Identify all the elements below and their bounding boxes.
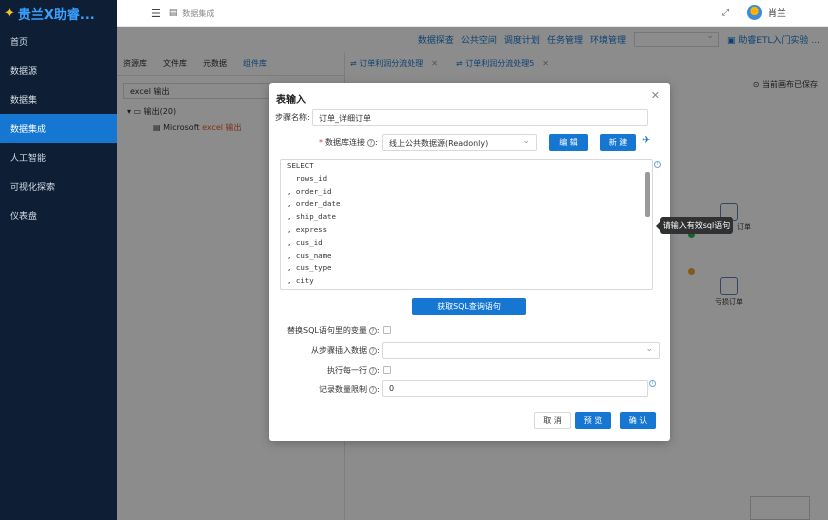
get-sql-button[interactable]: 获取SQL查询语句 bbox=[412, 298, 526, 315]
sql-line: , cus_name bbox=[287, 250, 332, 260]
sidebar-item-dataset[interactable]: 数据集 bbox=[0, 85, 117, 114]
info-icon[interactable]: i bbox=[654, 161, 661, 168]
new-button[interactable]: 新 建 bbox=[600, 134, 636, 151]
replace-vars-label: 替换SQL语句里的变量?: bbox=[287, 326, 380, 335]
logo-icon: ✦ bbox=[4, 6, 15, 21]
help-icon[interactable]: ? bbox=[367, 139, 375, 147]
sql-line: , order_id bbox=[287, 186, 332, 196]
sidebar: ✦ 贵兰X助睿... 首页 数据源 数据集 数据集成 人工智能 可视化探索 仪表… bbox=[0, 0, 117, 520]
replace-vars-label-text: 替换SQL语句里的变量 bbox=[287, 326, 367, 335]
preview-button[interactable]: 预 览 bbox=[575, 412, 611, 429]
chevron-down-icon: ⌄ bbox=[522, 136, 530, 146]
breadcrumb: 数据集成 bbox=[182, 8, 215, 18]
sql-line: , city bbox=[287, 276, 314, 286]
sidebar-item-home[interactable]: 首页 bbox=[0, 27, 117, 56]
step-name-label: 步骤名称: bbox=[275, 113, 310, 122]
app-logo[interactable]: ✦ 贵兰X助睿... bbox=[0, 0, 117, 27]
insert-from-step-label-text: 从步骤插入数据 bbox=[311, 346, 367, 355]
fullscreen-icon[interactable]: ⤢ bbox=[722, 8, 729, 18]
record-limit-label: 记录数量限制?: bbox=[319, 385, 380, 394]
insert-from-step-label: 从步骤插入数据?: bbox=[311, 346, 380, 355]
sql-validation-tooltip: 请输入有效sql语句 bbox=[656, 217, 733, 234]
edit-button[interactable]: 编 辑 bbox=[549, 134, 588, 151]
sql-line: , cus_id bbox=[287, 237, 323, 247]
breadcrumb-icon: ▤ bbox=[168, 8, 178, 18]
sql-line: , order_date bbox=[287, 199, 341, 209]
help-icon[interactable]: ? bbox=[368, 327, 377, 335]
record-limit-label-text: 记录数量限制 bbox=[319, 385, 367, 394]
wizard-icon[interactable]: ✈ bbox=[642, 135, 650, 146]
sql-line: , ship_date bbox=[287, 212, 336, 222]
record-limit-input[interactable]: 0 bbox=[382, 380, 648, 397]
help-icon[interactable]: ? bbox=[369, 367, 377, 375]
sql-line: rows_id bbox=[287, 173, 328, 183]
db-connection-label-text: 数据库连接 bbox=[325, 138, 365, 147]
sql-line: , cus_type bbox=[287, 263, 332, 273]
required-mark: * bbox=[319, 138, 323, 147]
sql-line: , express bbox=[287, 224, 328, 234]
confirm-button[interactable]: 确 认 bbox=[620, 412, 656, 429]
replace-vars-checkbox[interactable] bbox=[383, 326, 391, 334]
execute-each-row-checkbox[interactable] bbox=[383, 366, 391, 374]
db-connection-select[interactable]: 线上公共数据源(Readonly) ⌄ bbox=[382, 134, 537, 151]
top-header: ☰ ▤ 数据集成 ⤢ 肖兰 bbox=[117, 0, 828, 27]
info-icon[interactable]: i bbox=[649, 380, 656, 387]
sidebar-item-visual-explore[interactable]: 可视化探索 bbox=[0, 172, 117, 201]
sql-line: SELECT bbox=[287, 161, 314, 170]
help-icon[interactable]: ? bbox=[369, 347, 377, 355]
cancel-button[interactable]: 取 消 bbox=[534, 412, 571, 429]
app-logo-text: 贵兰X助睿... bbox=[17, 8, 95, 23]
insert-from-step-select[interactable]: ⌄ bbox=[382, 342, 660, 359]
sql-scrollbar[interactable] bbox=[645, 162, 650, 287]
menu-fold-icon[interactable]: ☰ bbox=[151, 7, 161, 20]
db-connection-value: 线上公共数据源(Readonly) bbox=[389, 139, 489, 148]
scrollbar-thumb[interactable] bbox=[645, 172, 650, 217]
execute-each-row-label-text: 执行每一行 bbox=[327, 366, 367, 375]
sidebar-item-datasource[interactable]: 数据源 bbox=[0, 56, 117, 85]
dialog-title: 表输入 bbox=[276, 95, 306, 106]
sidebar-item-data-integration[interactable]: 数据集成 bbox=[0, 114, 117, 143]
sql-editor[interactable]: SELECT rows_id , order_id , order_date ,… bbox=[280, 159, 653, 290]
help-icon[interactable]: ? bbox=[369, 386, 377, 394]
sidebar-item-ai[interactable]: 人工智能 bbox=[0, 143, 117, 172]
close-icon[interactable]: ✕ bbox=[651, 89, 660, 102]
sidebar-item-dashboard[interactable]: 仪表盘 bbox=[0, 201, 117, 230]
step-name-input[interactable]: 订单_详细订单 bbox=[312, 109, 648, 126]
step-name-label-text: 步骤名称 bbox=[275, 113, 307, 122]
avatar[interactable] bbox=[746, 5, 762, 20]
execute-each-row-label: 执行每一行?: bbox=[327, 366, 380, 375]
user-name[interactable]: 肖兰 bbox=[768, 6, 786, 19]
db-connection-label: * 数据库连接?: bbox=[319, 138, 378, 147]
table-input-dialog: 表输入 ✕ 步骤名称: 订单_详细订单 * 数据库连接?: 线上公共数据源(Rea… bbox=[269, 83, 670, 441]
chevron-down-icon: ⌄ bbox=[645, 344, 653, 354]
